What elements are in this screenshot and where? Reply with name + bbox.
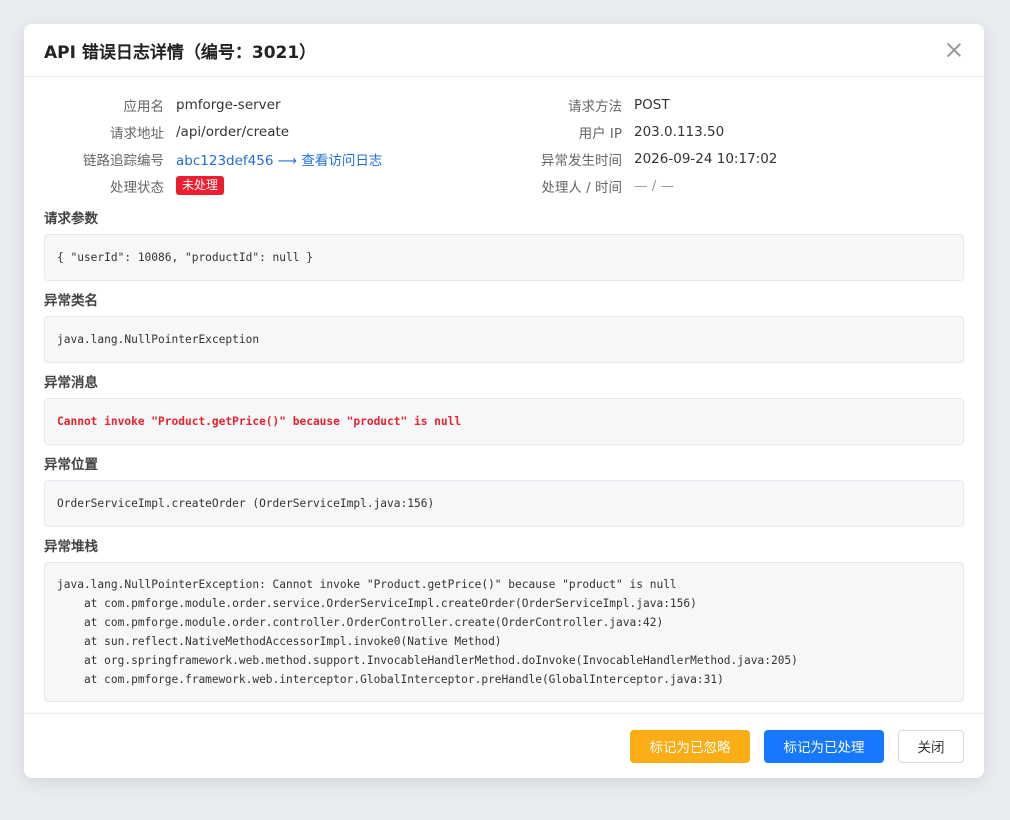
info-column-right: 请求方法 POST 用户 IP 203.0.113.50 异常发生时间 2026… [504,91,964,199]
dialog-body: 应用名 pmforge-server 请求地址 /api/order/creat… [24,77,984,702]
info-label: 处理人 / 时间 [541,179,622,196]
info-row-user-ip: 用户 IP 203.0.113.50 [504,118,964,145]
info-column-left: 应用名 pmforge-server 请求地址 /api/order/creat… [44,91,504,199]
info-value: /api/order/create [176,123,290,140]
section-title-exception-message: 异常消息 [44,375,98,391]
info-row-exception-time: 异常发生时间 2026-09-24 10:17:02 [504,145,964,172]
info-row-handler: 处理人 / 时间 — / — [504,172,964,199]
info-row-trace-id: 链路追踪编号 abc123def456 ⟶ 查看访问日志 [44,145,504,172]
info-value: — / — [634,177,675,194]
exception-location-codebox: OrderServiceImpl.createOrder (OrderServi… [44,480,964,527]
dialog-footer: 标记为已忽略 标记为已处理 关闭 [24,713,984,778]
section-title-stack: 异常堆栈 [44,539,98,555]
info-value: 2026-09-24 10:17:02 [634,150,778,167]
info-value: pmforge-server [176,96,281,113]
close-icon[interactable] [944,40,964,60]
info-label: 处理状态 [110,179,164,196]
info-label: 应用名 [123,98,165,115]
info-value: POST [634,96,670,113]
status-badge: 未处理 [176,176,225,195]
params-codebox: { "userId": 10086, "productId": null } [44,234,964,281]
info-row-app-name: 应用名 pmforge-server [44,91,504,118]
info-value: 203.0.113.50 [634,123,725,140]
info-row-request-method: 请求方法 POST [504,91,964,118]
info-label: 请求方法 [568,98,622,115]
section-title-exception-location: 异常位置 [44,457,98,473]
exception-message-codebox: Cannot invoke "Product.getPrice()" becau… [44,398,964,445]
mark-handled-button[interactable]: 标记为已处理 [764,729,884,763]
close-button[interactable]: 关闭 [898,729,964,763]
info-label: 用户 IP [578,125,622,142]
exception-class-codebox: java.lang.NullPointerException [44,316,964,363]
dialog-header: API 错误日志详情（编号：3021） [24,24,984,77]
error-log-dialog: API 错误日志详情（编号：3021） 应用名 pmforge-server 请… [24,24,984,778]
info-label: 异常发生时间 [541,152,622,169]
info-label: 链路追踪编号 [83,152,164,169]
mark-ignored-button[interactable]: 标记为已忽略 [630,729,750,763]
info-grid: 应用名 pmforge-server 请求地址 /api/order/creat… [44,91,964,199]
section-title-exception-class: 异常类名 [44,293,98,309]
trace-id-link[interactable]: abc123def456 ⟶ 查看访问日志 [176,149,382,169]
stack-trace-codebox: java.lang.NullPointerException: Cannot i… [44,562,964,702]
section-title-params: 请求参数 [44,211,98,227]
dialog-title: API 错误日志详情（编号：3021） [44,42,317,63]
info-row-request-url: 请求地址 /api/order/create [44,118,504,145]
info-row-status: 处理状态 未处理 [44,172,504,199]
info-label: 请求地址 [110,125,164,142]
